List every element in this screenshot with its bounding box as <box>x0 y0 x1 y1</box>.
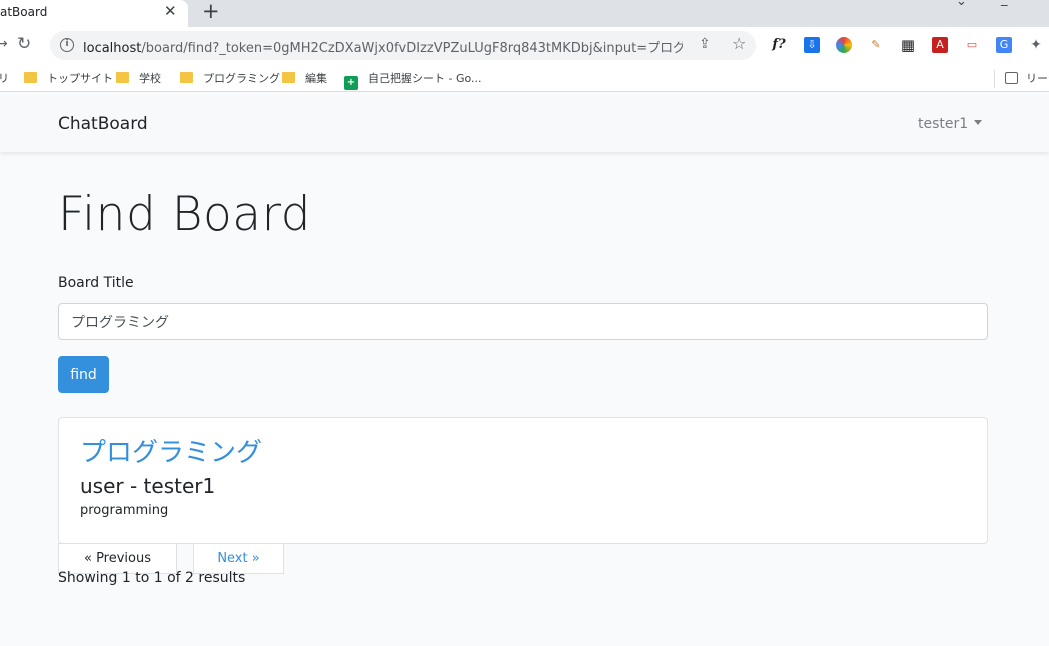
download-extension-icon[interactable]: ⇩ <box>804 37 820 53</box>
bookmarks-bar: リ トップサイト 学校 プログラミング 編集 + 自己把握シート - Go... … <box>0 65 1049 92</box>
reading-list[interactable]: リーデ <box>994 70 1049 88</box>
bookmark-programming[interactable]: プログラミング <box>180 70 280 86</box>
reading-list-icon <box>1005 72 1018 84</box>
brand-link[interactable]: ChatBoard <box>58 114 148 134</box>
board-title-link[interactable]: プログラミング <box>80 432 262 469</box>
folder-icon <box>282 72 295 83</box>
board-author: user - tester1 <box>80 474 216 498</box>
bookmark-school[interactable]: 学校 <box>116 70 161 86</box>
app-navbar: ChatBoard tester1 <box>0 97 1049 152</box>
folder-icon <box>24 72 37 83</box>
results-summary: Showing 1 to 1 of 2 results <box>58 570 246 586</box>
site-info-icon[interactable]: i <box>60 38 74 52</box>
address-bar[interactable]: i localhost/board/find?_token=0gMH2CzDXa… <box>50 31 756 60</box>
color-picker-extension-icon[interactable]: ● <box>836 37 852 53</box>
reload-icon[interactable]: ↻ <box>17 34 31 54</box>
tab-title: atBoard <box>0 5 48 19</box>
board-description: programming <box>80 503 169 518</box>
new-tab-icon[interactable]: + <box>202 0 220 23</box>
bookmark-edit[interactable]: 編集 <box>282 70 327 86</box>
find-button[interactable]: find <box>58 356 109 393</box>
browser-tab[interactable]: atBoard ✕ <box>0 0 188 27</box>
pdf-extension-icon[interactable]: A <box>932 37 948 53</box>
browser-tab-strip: atBoard ✕ + ⌄ _ <box>0 0 1049 27</box>
puzzle-extensions-icon[interactable]: ✦ <box>1028 37 1044 53</box>
bookmark-star-icon[interactable]: ☆ <box>732 34 746 53</box>
translate-extension-icon[interactable]: G <box>996 37 1012 53</box>
chevron-down-icon[interactable]: ⌄ <box>956 0 967 9</box>
qr-code-extension-icon[interactable]: ▦ <box>900 37 916 53</box>
folder-icon <box>180 72 193 83</box>
browser-toolbar: → ↻ i localhost/board/find?_token=0gMH2C… <box>0 27 1049 65</box>
board-title-input[interactable] <box>58 303 988 340</box>
screen-capture-extension-icon[interactable]: ▭ <box>964 37 980 53</box>
tab-close-icon[interactable]: ✕ <box>164 2 177 20</box>
share-icon[interactable]: ⇪ <box>699 36 711 52</box>
page-title: Find Board <box>58 187 311 242</box>
caret-down-icon <box>974 120 983 125</box>
folder-icon <box>116 72 129 83</box>
bookmark-self-assessment-sheet[interactable]: + 自己把握シート - Go... <box>344 70 482 90</box>
board-title-label: Board Title <box>58 275 134 291</box>
board-result-card: プログラミング user - tester1 programming <box>58 417 988 544</box>
bookmark-apps[interactable]: リ <box>0 70 9 86</box>
formula-extension-icon[interactable]: f? <box>771 37 787 53</box>
url-text[interactable]: localhost/board/find?_token=0gMH2CzDXaWj… <box>83 37 683 56</box>
spreadsheet-icon: + <box>344 76 358 90</box>
pen-extension-icon[interactable]: ✎ <box>868 37 884 53</box>
user-dropdown[interactable]: tester1 <box>918 116 983 132</box>
minimize-icon[interactable]: _ <box>1001 0 1008 7</box>
forward-icon[interactable]: → <box>0 36 8 52</box>
bookmark-top-sites[interactable]: トップサイト <box>24 70 113 86</box>
